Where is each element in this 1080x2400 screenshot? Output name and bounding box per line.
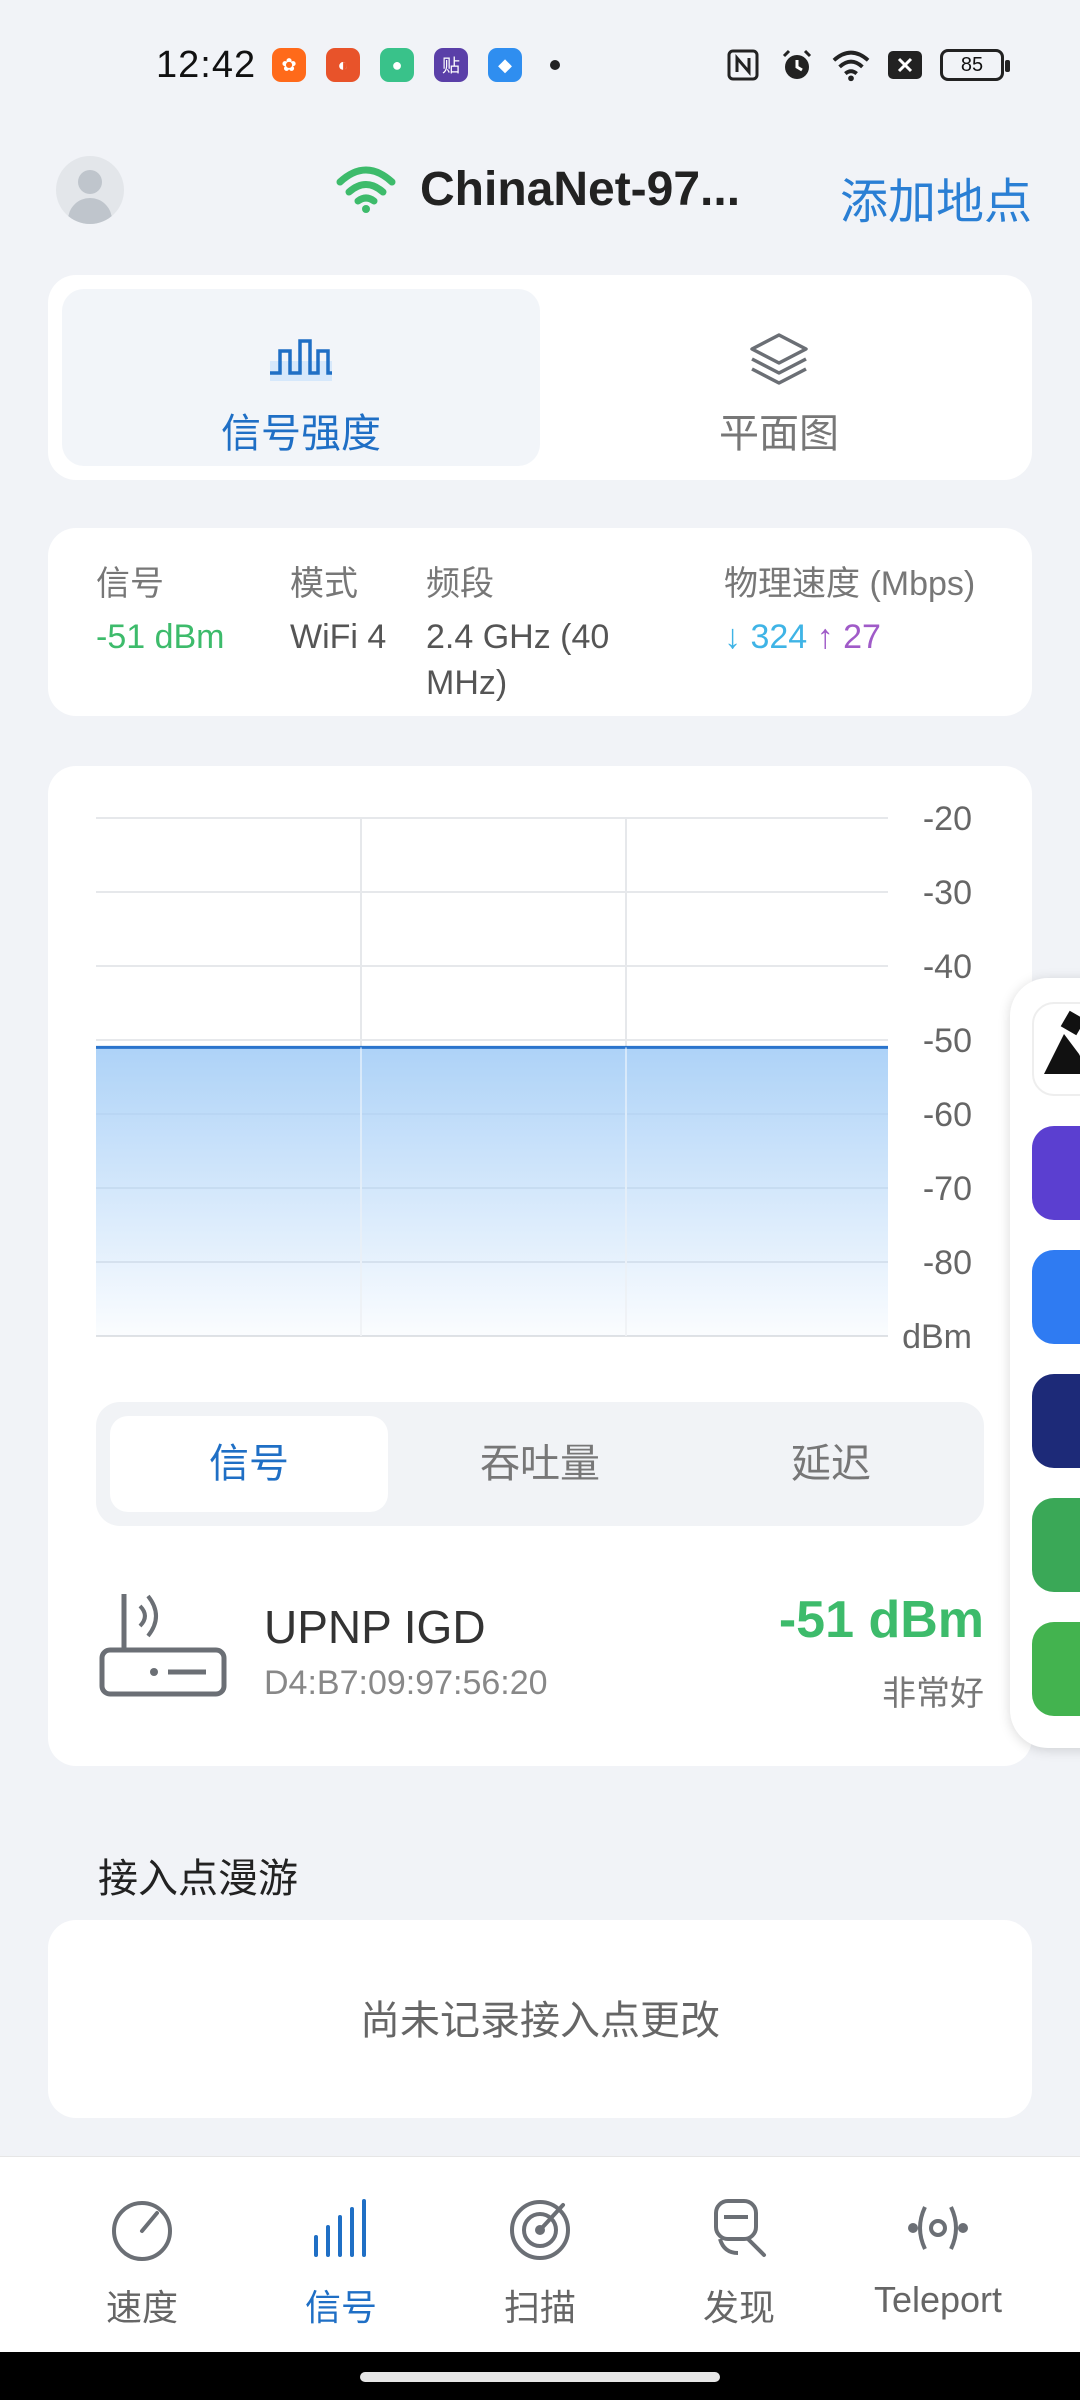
mode-label: 模式	[290, 565, 358, 603]
chart-y-tick-label: -70	[923, 1170, 972, 1208]
add-place-button[interactable]: 添加地点	[840, 162, 1032, 232]
side-app-screen-icon[interactable]	[1032, 1622, 1080, 1716]
nav-teleport[interactable]: Teleport	[838, 2157, 1038, 2353]
bottom-navigation: 速度 信号 扫描 发现 Teleport	[0, 2156, 1080, 2352]
nav-speed[interactable]: 速度	[42, 2157, 242, 2353]
device-mac: D4:B7:09:97:56:20	[264, 1664, 548, 1702]
chart-y-unit-label: dBm	[902, 1318, 972, 1356]
chart-y-tick-label: -20	[923, 800, 972, 838]
header: ChinaNet-97... 添加地点	[0, 150, 1080, 240]
app-orange-icon: ✿	[272, 48, 306, 82]
chart-y-tick-label: -50	[923, 1022, 972, 1060]
side-app-1-icon[interactable]	[1032, 1002, 1080, 1096]
roaming-card: 尚未记录接入点更改	[48, 1920, 1032, 2118]
teleport-icon	[908, 2206, 968, 2250]
nav-signal[interactable]: 信号	[241, 2157, 441, 2353]
signal-info: 信号 -51 dBm	[96, 556, 225, 661]
side-app-chat-icon[interactable]	[1032, 1498, 1080, 1592]
band-info: 频段 2.4 GHz (40 MHz)	[426, 556, 609, 707]
tab-floor-plan[interactable]: 平面图	[540, 289, 1018, 466]
nav-scan-label: 扫描	[503, 2287, 576, 2328]
signal-chart-card: -20 -30 -40 -50 -60 -70 -80 dBm 信号 吞吐量 延迟 UPNP …	[48, 766, 1032, 1766]
connection-info-card: 信号 -51 dBm 模式 WiFi 4 频段 2.4 GHz (40 MHz)…	[48, 528, 1032, 716]
nfc-icon	[724, 46, 762, 84]
chart-signal-area	[96, 1047, 888, 1336]
wifi-network-icon	[336, 166, 396, 213]
signal-label: 信号	[96, 565, 164, 603]
signal-value: -51 dBm	[96, 618, 225, 656]
network-name[interactable]: ChinaNet-97...	[420, 162, 740, 217]
router-icon	[99, 1594, 227, 1697]
side-app-h-icon[interactable]	[1032, 1250, 1080, 1344]
chart-y-tick-label: -80	[923, 1244, 972, 1282]
app-red-icon: ◐	[326, 48, 360, 82]
app-blue-icon: ◆	[488, 48, 522, 82]
mode-info: 模式 WiFi 4	[290, 556, 386, 661]
speed-up: ↑ 27	[816, 618, 881, 656]
device-quality: 非常好	[882, 1675, 984, 1713]
device-name: UPNP IGD	[264, 1601, 486, 1653]
nav-signal-label: 信号	[304, 2287, 377, 2328]
app-green-icon: ●	[380, 48, 414, 82]
speedometer-icon	[112, 2201, 172, 2261]
band-value: 2.4 GHz (40 MHz)	[426, 613, 609, 707]
segment-signal[interactable]: 信号	[110, 1416, 388, 1512]
nav-discover-label: 发现	[702, 2287, 775, 2328]
band-label: 频段	[426, 565, 494, 603]
segment-throughput[interactable]: 吞吐量	[401, 1416, 679, 1512]
metric-segment-control: 信号 吞吐量 延迟	[96, 1402, 984, 1526]
app-purple-tie-icon: 贴	[434, 48, 468, 82]
chart-y-tick-label: -40	[923, 948, 972, 986]
mode-value: WiFi 4	[290, 618, 387, 656]
speed-down: ↓ 324	[724, 618, 808, 656]
tab-signal-strength-label: 信号强度	[221, 412, 381, 456]
chart-y-tick-label: -30	[923, 874, 972, 912]
wifi-icon	[832, 46, 870, 84]
speed-value: ↓ 324 ↑ 27	[724, 613, 975, 661]
chart-y-tick-label: -60	[923, 1096, 972, 1134]
nav-speed-label: 速度	[105, 2287, 178, 2328]
status-bar: 12:42 ✿ ◐ ● 贴 ◆ 85	[0, 0, 1080, 130]
floating-side-panel[interactable]	[1010, 978, 1080, 1748]
status-right: 85	[724, 46, 1010, 84]
nav-teleport-label: Teleport	[873, 2279, 1003, 2320]
roaming-section-title: 接入点漫游	[98, 1857, 298, 1901]
status-app-icons: ✿ ◐ ● 贴 ◆	[272, 48, 560, 82]
avatar[interactable]	[56, 156, 124, 224]
side-app-translate-icon[interactable]	[1032, 1126, 1080, 1220]
segment-latency[interactable]: 延迟	[692, 1416, 970, 1512]
status-time: 12:42	[156, 44, 257, 86]
band-value-line1: 2.4 GHz (40	[426, 618, 610, 656]
band-value-line2: MHz)	[426, 664, 508, 702]
layers-icon	[750, 333, 808, 385]
tab-floor-plan-label: 平面图	[719, 412, 839, 456]
home-gesture-bar[interactable]	[360, 2372, 720, 2382]
speed-label: 物理速度 (Mbps)	[724, 565, 976, 603]
alarm-icon	[778, 46, 816, 84]
radar-icon	[510, 2200, 570, 2260]
signal-wave-icon	[270, 339, 332, 381]
battery-indicator: 85	[940, 49, 1010, 81]
tab-signal-strength[interactable]: 信号强度	[62, 289, 540, 466]
view-tabs: 信号强度 平面图	[48, 275, 1032, 480]
more-notifications-dot	[550, 60, 560, 70]
roaming-empty-text: 尚未记录接入点更改	[360, 1999, 720, 2043]
signal-chart: -20 -30 -40 -50 -60 -70 -80 dBm	[96, 800, 972, 1356]
nav-discover[interactable]: 发现	[639, 2157, 839, 2353]
speed-info: 物理速度 (Mbps) ↓ 324 ↑ 27	[724, 556, 975, 661]
x-icon	[886, 46, 924, 84]
access-point-row[interactable]: UPNP IGD D4:B7:09:97:56:20 -51 dBm 非常好	[96, 1586, 984, 1716]
device-signal: -51 dBm	[778, 1591, 984, 1649]
signal-bars-icon	[314, 2199, 366, 2257]
side-app-shield-icon[interactable]	[1032, 1374, 1080, 1468]
nav-scan[interactable]: 扫描	[440, 2157, 640, 2353]
discover-icon	[714, 2199, 766, 2257]
gesture-area	[0, 2352, 1080, 2400]
